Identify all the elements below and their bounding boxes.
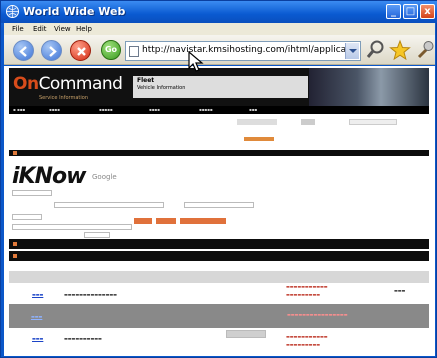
results-subheader-bar xyxy=(9,251,429,261)
forward-arrow-icon xyxy=(49,46,57,57)
site-nav-item[interactable]: ▪▪▪▪▪ xyxy=(99,106,113,114)
minimize-icon: _ xyxy=(391,6,396,17)
orange-accent-bar xyxy=(244,137,274,141)
result-note: ▬▬▬▬▬▬▬▬▬▬▬▬▬▬▬▬ xyxy=(287,312,348,317)
result-link[interactable]: ▬▬▬ xyxy=(31,314,42,319)
result-text: ▬▬▬▬▬▬▬▬▬▬ xyxy=(64,336,102,341)
stop-button[interactable] xyxy=(70,40,91,61)
header-info-box: Fleet Vehicle Information xyxy=(133,76,308,98)
title-bar[interactable]: World Wide Web _ □ x xyxy=(1,1,437,23)
bullet-icon xyxy=(13,242,17,246)
bullet-icon xyxy=(13,254,17,258)
iknow-subtitle: Google xyxy=(92,173,117,181)
site-nav-item[interactable]: ▪▪▪▪ xyxy=(149,106,160,114)
result-note: ▬▬▬▬▬▬▬▬▬▬▬ xyxy=(286,334,328,339)
utility-bar xyxy=(9,118,429,128)
section-header-bar xyxy=(9,150,429,156)
go-button[interactable]: Go xyxy=(101,40,121,60)
stop-x-icon xyxy=(77,47,86,56)
filter-select[interactable] xyxy=(12,190,52,196)
secondary-field[interactable] xyxy=(184,202,254,208)
results-header-bar xyxy=(9,239,429,249)
chevron-down-icon xyxy=(349,49,357,53)
utility-select[interactable] xyxy=(349,119,397,125)
logo-subtitle: Service Information xyxy=(39,95,89,101)
close-button[interactable]: x xyxy=(420,4,435,19)
clear-button[interactable] xyxy=(156,218,176,224)
navigation-toolbar: Go http://navistar.kmsihosting.com/ihtml… xyxy=(4,35,435,65)
header-banner-image xyxy=(309,68,429,106)
menu-edit[interactable]: Edit xyxy=(33,23,47,35)
mouse-pointer-icon xyxy=(188,51,204,72)
site-nav-item[interactable]: ▪▪▪▪▪ xyxy=(199,106,213,114)
advanced-search-button[interactable] xyxy=(180,218,226,224)
selected-result-row[interactable]: ▬▬▬ ▬▬▬▬▬▬▬▬▬▬▬▬▬▬▬▬ xyxy=(9,304,429,328)
table-header-row xyxy=(9,271,429,283)
header-box-subtitle: Vehicle Information xyxy=(137,85,186,91)
query-field[interactable] xyxy=(12,224,132,230)
star-bookmark-icon[interactable] xyxy=(389,39,411,61)
result-text: ▬▬▬▬▬▬▬▬▬▬▬▬▬▬ xyxy=(64,292,117,297)
menu-view[interactable]: View xyxy=(54,23,71,35)
back-arrow-icon xyxy=(19,46,27,57)
search-text-field[interactable] xyxy=(54,202,164,208)
globe-icon xyxy=(6,5,19,18)
page-size-field[interactable] xyxy=(84,232,110,238)
oncommand-logo: OnCommand xyxy=(13,74,123,94)
window-title: World Wide Web xyxy=(23,5,126,18)
forward-button[interactable] xyxy=(41,40,62,61)
minimize-button[interactable]: _ xyxy=(386,4,401,19)
maximize-button[interactable]: □ xyxy=(403,4,418,19)
address-bar[interactable]: http://navistar.kmsihosting.com/ihtml/ap… xyxy=(125,41,361,61)
header-box-title: Fleet xyxy=(137,77,155,84)
menu-file[interactable]: File xyxy=(12,23,24,35)
back-button[interactable] xyxy=(13,40,34,61)
maximize-icon: □ xyxy=(405,6,416,17)
search-icon[interactable] xyxy=(366,39,386,61)
utility-field[interactable] xyxy=(237,119,277,125)
bullet-icon xyxy=(13,151,17,155)
address-input[interactable]: http://navistar.kmsihosting.com/ihtml/ap… xyxy=(142,45,346,55)
result-note: ▬▬▬▬▬▬▬▬▬ xyxy=(286,292,321,297)
result-date: ▬▬▬ xyxy=(394,288,406,293)
site-nav-item[interactable]: ▪ ▪▪▪ xyxy=(13,106,25,114)
address-dropdown-button[interactable] xyxy=(345,43,359,59)
result-link[interactable]: ▬▬▬ xyxy=(32,336,43,341)
site-nav-bar: ▪ ▪▪▪ ▪▪▪▪ ▪▪▪▪▪ ▪▪▪▪ ▪▪▪▪▪ ▪▪▪ xyxy=(9,106,429,114)
close-icon: x xyxy=(424,6,431,17)
site-nav-item[interactable]: ▪▪▪ xyxy=(249,106,257,114)
site-nav-item[interactable]: ▪▪▪▪ xyxy=(49,106,60,114)
site-header: OnCommand Service Information Fleet Vehi… xyxy=(9,68,429,106)
utility-button[interactable] xyxy=(301,119,315,125)
page-icon xyxy=(129,46,139,57)
result-note: ▬▬▬▬▬▬▬▬▬ xyxy=(286,342,321,347)
browser-window: World Wide Web _ □ x File Edit View Help… xyxy=(0,0,437,358)
menu-bar: File Edit View Help xyxy=(4,23,435,35)
result-link[interactable]: ▬▬▬ xyxy=(32,292,43,297)
tools-icon[interactable] xyxy=(415,39,435,61)
menu-help[interactable]: Help xyxy=(76,23,92,35)
page-content: OnCommand Service Information Fleet Vehi… xyxy=(4,66,435,356)
iknow-logo: iKNow xyxy=(12,164,86,189)
result-note: ▬▬▬▬▬▬▬▬▬▬▬ xyxy=(286,284,328,289)
result-action-button[interactable] xyxy=(226,330,266,338)
search-button[interactable] xyxy=(134,218,152,224)
option-field[interactable] xyxy=(12,214,42,220)
